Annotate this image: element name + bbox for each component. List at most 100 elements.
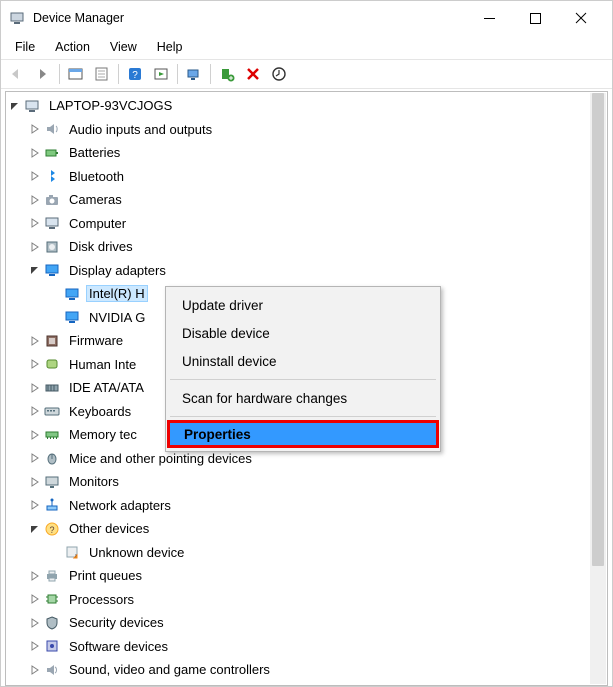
chevron-right-icon[interactable]	[28, 639, 42, 653]
chevron-right-icon[interactable]	[28, 381, 42, 395]
expander-none	[48, 310, 62, 324]
update-driver-button[interactable]	[267, 62, 291, 86]
context-menu-item[interactable]: Scan for hardware changes	[168, 384, 438, 412]
close-button[interactable]	[558, 3, 604, 33]
menu-view[interactable]: View	[100, 38, 147, 56]
chevron-right-icon[interactable]	[28, 569, 42, 583]
tree-node[interactable]: Monitors	[8, 470, 589, 494]
chevron-down-icon[interactable]	[28, 522, 42, 536]
display-icon	[64, 309, 80, 325]
scrollbar[interactable]	[590, 93, 606, 684]
chevron-right-icon[interactable]	[28, 216, 42, 230]
tree-node[interactable]: ! Unknown device	[8, 541, 589, 565]
tree-node-label: Disk drives	[66, 238, 136, 255]
scan-hardware-button[interactable]	[182, 62, 206, 86]
context-menu-item[interactable]: Properties	[167, 420, 439, 448]
software-icon	[44, 638, 60, 654]
tree-node[interactable]: Print queues	[8, 564, 589, 588]
tree-node[interactable]: Processors	[8, 588, 589, 612]
chevron-down-icon[interactable]	[8, 99, 22, 113]
chevron-right-icon[interactable]	[28, 146, 42, 160]
tree-node[interactable]: Cameras	[8, 188, 589, 212]
context-menu-item[interactable]: Uninstall device	[168, 347, 438, 375]
toolbar-separator	[59, 64, 60, 84]
tree-node[interactable]: Security devices	[8, 611, 589, 635]
tree-node-label: Firmware	[66, 332, 126, 349]
tree-node[interactable]: Bluetooth	[8, 165, 589, 189]
titlebar: Device Manager	[1, 1, 612, 35]
expander-none	[48, 287, 62, 301]
tree-node-label: Unknown device	[86, 544, 187, 561]
minimize-button[interactable]	[466, 3, 512, 33]
tree-node-label: Bluetooth	[66, 168, 127, 185]
remove-button[interactable]	[241, 62, 265, 86]
tree-node[interactable]: Storage controllers	[8, 682, 589, 684]
context-menu-item[interactable]: Update driver	[168, 291, 438, 319]
keyboard-icon	[44, 403, 60, 419]
tree-node-label: Human Inte	[66, 356, 139, 373]
forward-button[interactable]	[31, 62, 55, 86]
tree-node[interactable]: Disk drives	[8, 235, 589, 259]
properties-button[interactable]	[90, 62, 114, 86]
tree-node-label: Mice and other pointing devices	[66, 450, 255, 467]
chevron-right-icon[interactable]	[28, 357, 42, 371]
context-menu-separator	[170, 416, 436, 417]
computer-icon	[44, 215, 60, 231]
chevron-right-icon[interactable]	[28, 616, 42, 630]
camera-icon	[44, 192, 60, 208]
menu-help[interactable]: Help	[147, 38, 193, 56]
tree-node[interactable]: Network adapters	[8, 494, 589, 518]
window-title: Device Manager	[33, 11, 466, 25]
tree-node[interactable]: Computer	[8, 212, 589, 236]
chevron-right-icon[interactable]	[28, 498, 42, 512]
menu-file[interactable]: File	[5, 38, 45, 56]
tree-node-label: Software devices	[66, 638, 171, 655]
menubar: File Action View Help	[1, 35, 612, 59]
security-icon	[44, 615, 60, 631]
context-menu-item[interactable]: Disable device	[168, 319, 438, 347]
show-hidden-button[interactable]	[64, 62, 88, 86]
expander-none	[48, 545, 62, 559]
tree-node[interactable]: Sound, video and game controllers	[8, 658, 589, 682]
tree-node[interactable]: Software devices	[8, 635, 589, 659]
chevron-right-icon[interactable]	[28, 475, 42, 489]
menu-action[interactable]: Action	[45, 38, 100, 56]
tree-node-label: Processors	[66, 591, 137, 608]
tree-node-label: Sound, video and game controllers	[66, 661, 273, 678]
toolbar-separator	[118, 64, 119, 84]
chevron-right-icon[interactable]	[28, 193, 42, 207]
back-button[interactable]	[5, 62, 29, 86]
tree-node[interactable]: ?Other devices	[8, 517, 589, 541]
chevron-right-icon[interactable]	[28, 404, 42, 418]
chevron-right-icon[interactable]	[28, 451, 42, 465]
tree-node[interactable]: Batteries	[8, 141, 589, 165]
chevron-right-icon[interactable]	[28, 428, 42, 442]
chevron-down-icon[interactable]	[28, 263, 42, 277]
tree-node-label: Security devices	[66, 614, 167, 631]
action-button[interactable]	[149, 62, 173, 86]
chevron-right-icon[interactable]	[28, 334, 42, 348]
chevron-right-icon[interactable]	[28, 122, 42, 136]
tree-node[interactable]: LAPTOP-93VCJOGS	[8, 94, 589, 118]
unknown-icon: !	[64, 544, 80, 560]
audio-icon	[44, 121, 60, 137]
mouse-icon	[44, 450, 60, 466]
scrollbar-thumb[interactable]	[592, 93, 604, 566]
chevron-right-icon[interactable]	[28, 663, 42, 677]
help-button[interactable]: ?	[123, 62, 147, 86]
chevron-right-icon[interactable]	[28, 240, 42, 254]
tree-node-label: NVIDIA G	[86, 309, 148, 326]
battery-icon	[44, 145, 60, 161]
add-legacy-button[interactable]	[215, 62, 239, 86]
chevron-right-icon[interactable]	[28, 169, 42, 183]
chevron-right-icon[interactable]	[28, 592, 42, 606]
toolbar-separator	[210, 64, 211, 84]
firmware-icon	[44, 333, 60, 349]
maximize-button[interactable]	[512, 3, 558, 33]
ide-icon	[44, 380, 60, 396]
tree-node[interactable]: Audio inputs and outputs	[8, 118, 589, 142]
memory-icon	[44, 427, 60, 443]
printer-icon	[44, 568, 60, 584]
tree-node[interactable]: Display adapters	[8, 259, 589, 283]
computer-icon	[24, 98, 40, 114]
